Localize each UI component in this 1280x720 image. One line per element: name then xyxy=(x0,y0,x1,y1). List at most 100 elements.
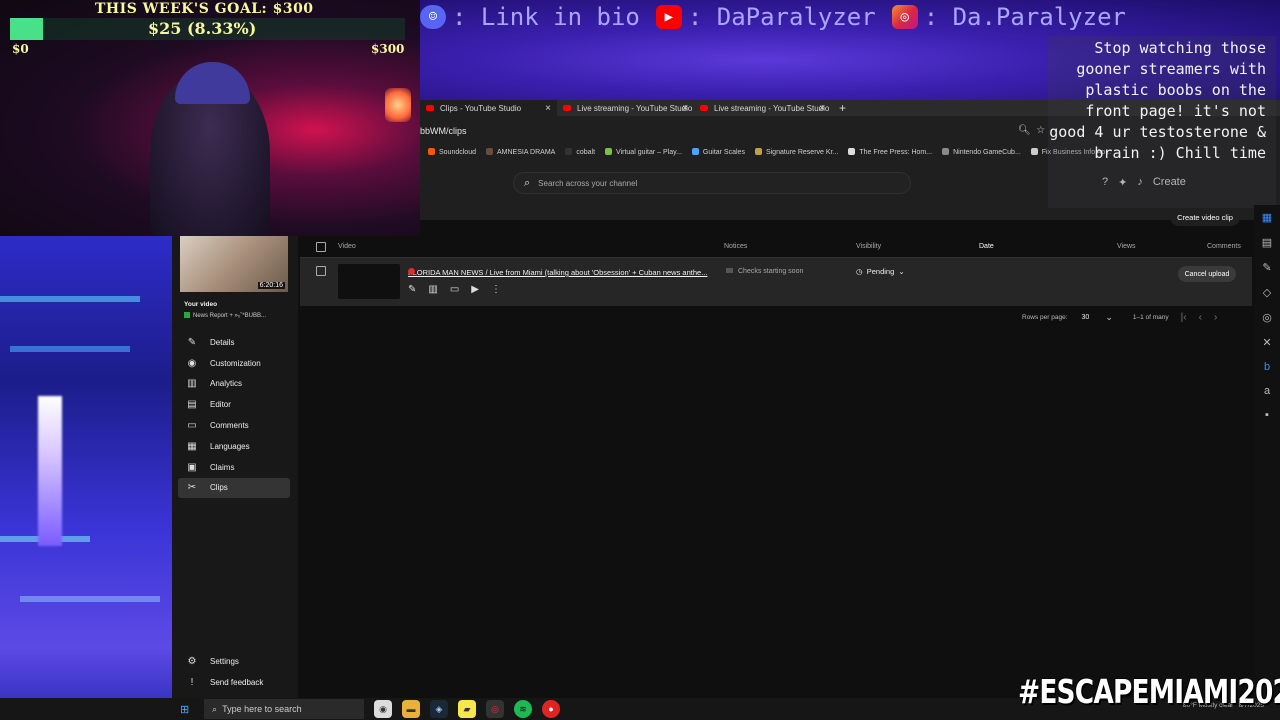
studio-search-input[interactable]: ⌕ Search across your channel xyxy=(513,172,911,194)
browser-side-rail: ▦ ▤ ✎ ◇ ◎ ✕ b a ▪ xyxy=(1254,205,1280,695)
bookmark-item[interactable]: The Free Press: Hom... xyxy=(848,148,932,156)
chrome-icon[interactable]: ◉ xyxy=(374,700,392,718)
sidebar-item-label: Settings xyxy=(210,656,239,666)
header-date[interactable]: Date xyxy=(979,243,994,250)
sidebar-item-settings[interactable]: ⚙ Settings xyxy=(178,651,290,672)
sidebar-item-editor[interactable]: ▤ Editor xyxy=(178,394,290,415)
windows-start-icon[interactable]: ⊞ xyxy=(180,703,196,716)
goal-min: $0 xyxy=(12,42,29,56)
header-views[interactable]: Views xyxy=(1117,243,1136,250)
analytics-icon[interactable]: ▥ xyxy=(428,284,437,295)
bookmark-favicon-icon xyxy=(754,148,762,155)
bookmark-label: The Free Press: Hom... xyxy=(859,149,933,156)
studio-sidebar: 6:20:16 Your video News Report + »₀˚*BUB… xyxy=(172,236,298,698)
sidebar-item-analytics[interactable]: ▥ Analytics xyxy=(178,374,290,395)
star-icon[interactable]: ☆ xyxy=(1036,125,1045,136)
address-bar[interactable]: bbWM/clips xyxy=(420,126,467,136)
table-header: Video Notices Visibility Date Views Comm… xyxy=(300,236,1252,258)
previous-page-icon[interactable]: ‹ xyxy=(1199,312,1202,323)
calendar-icon[interactable]: ▦ xyxy=(1262,211,1272,224)
sidebar-item-label: Claims xyxy=(210,462,235,472)
bookmark-item[interactable]: Soundcloud xyxy=(428,148,476,156)
tab-clips[interactable]: Clips - YouTube Studio × xyxy=(420,100,557,116)
clip-title[interactable]: FLORIDA MAN NEWS / Live from Miami (talk… xyxy=(408,268,708,277)
sticky-notes-icon[interactable]: ▰ xyxy=(458,700,476,718)
sidebar-bottom-nav: ⚙ Settings! Send feedback xyxy=(178,651,290,693)
app-icon[interactable]: a xyxy=(1264,385,1270,397)
header-video[interactable]: Video xyxy=(338,243,356,250)
header-comments[interactable]: Comments xyxy=(1207,243,1241,250)
search-placeholder: Search across your channel xyxy=(538,178,638,188)
bookmark-item[interactable]: Guitar Scales xyxy=(691,148,745,156)
goal-progress-fill xyxy=(10,18,43,40)
sidebar-item-claims[interactable]: ▣ Claims xyxy=(178,457,290,478)
rows-per-page-select[interactable]: 30 xyxy=(1082,314,1090,321)
first-page-icon[interactable]: |‹ xyxy=(1181,312,1187,323)
bookmark-item[interactable]: Nintendo GameCub... xyxy=(942,148,1021,156)
bookmark-item[interactable]: AMNESIA DRAMA xyxy=(485,148,555,156)
palette-icon[interactable]: ▪ xyxy=(1265,409,1269,421)
notes-icon[interactable]: ▤ xyxy=(1262,236,1272,249)
clip-thumbnail[interactable] xyxy=(338,264,400,299)
bookmark-item[interactable]: Signature Reserve Kr... xyxy=(754,148,838,156)
cancel-upload-button[interactable]: Cancel upload xyxy=(1178,266,1236,282)
visibility-dropdown[interactable]: ◷ Pending ⌄ xyxy=(856,267,905,276)
sidebar-item-comments[interactable]: ▭ Comments xyxy=(178,415,290,436)
bookmark-item[interactable]: cobalt xyxy=(565,148,595,156)
video-thumbnail[interactable]: 6:20:16 xyxy=(180,236,288,292)
tab-live-2[interactable]: Live streaming - YouTube Studio × xyxy=(694,100,831,116)
new-tab-button[interactable]: + xyxy=(839,100,846,116)
hashtag-overlay: #ESCAPEMIAMI2027 xyxy=(1018,672,1280,711)
edit-icon[interactable]: ✎ xyxy=(408,284,416,295)
bookmark-item[interactable]: Virtual guitar – Play... xyxy=(605,148,682,156)
sidebar-item-details[interactable]: ✎ Details xyxy=(178,332,290,353)
create-video-clip-button[interactable]: Create video clip xyxy=(1170,208,1240,226)
gamepad-icon[interactable]: ◎ xyxy=(1262,311,1272,324)
tag-icon[interactable]: ◇ xyxy=(1263,286,1271,299)
taskbar-search[interactable]: ⌕ Type here to search xyxy=(204,699,364,719)
claims-icon: ▣ xyxy=(187,461,197,473)
sidebar-item-send-feedback[interactable]: ! Send feedback xyxy=(178,672,290,693)
video-duration: 6:20:16 xyxy=(257,282,285,289)
sidebar-item-clips[interactable]: ✂ Clips xyxy=(178,477,290,499)
comments-icon[interactable]: ▭ xyxy=(450,284,459,295)
more-options-icon[interactable]: ⋮ xyxy=(491,284,501,295)
youtube-favicon-icon xyxy=(563,105,571,111)
close-tab-icon[interactable]: × xyxy=(682,103,688,114)
next-page-icon[interactable]: › xyxy=(1214,312,1217,323)
record-app-icon[interactable]: ● xyxy=(542,700,560,718)
goal-title: THIS WEEK'S GOAL: $300 xyxy=(95,1,314,17)
notice-status: Checks starting soon xyxy=(726,268,803,275)
close-tab-icon[interactable]: × xyxy=(545,103,551,114)
sidebar-item-customization[interactable]: ◉ Customization xyxy=(178,353,290,374)
sidebar-item-label: Customization xyxy=(210,358,261,368)
sidebar-item-label: Editor xyxy=(210,400,231,410)
youtube-icon[interactable]: ▶ xyxy=(471,284,479,295)
search-icon: ⌕ xyxy=(212,703,218,714)
sidebar-item-languages[interactable]: ▦ Languages xyxy=(178,436,290,457)
select-all-checkbox[interactable] xyxy=(316,242,326,252)
zoom-icon[interactable]: 🔍︎ xyxy=(1018,125,1031,136)
steam-icon[interactable]: ◈ xyxy=(430,700,448,718)
tab-live-1[interactable]: Live streaming - YouTube Studio × xyxy=(557,100,694,116)
row-checkbox[interactable] xyxy=(316,266,326,276)
spotify-icon[interactable]: ≋ xyxy=(514,700,532,718)
bookmark-favicon-icon xyxy=(428,148,435,155)
pagination: Rows per page: 30 ⌄ 1–1 of many |‹ ‹ › xyxy=(1022,312,1217,323)
streamer-cap xyxy=(175,62,250,104)
edit-icon[interactable]: ✎ xyxy=(1262,261,1271,274)
tools-icon[interactable]: ✕ xyxy=(1262,336,1271,349)
recording-icon[interactable]: ◎ xyxy=(486,700,504,718)
chevron-down-icon: ⌄ xyxy=(898,267,905,276)
chevron-down-icon[interactable]: ⌄ xyxy=(1105,312,1113,323)
search-icon: ⌕ xyxy=(524,176,531,189)
header-visibility: Visibility xyxy=(856,243,882,250)
bing-icon[interactable]: b xyxy=(1264,361,1270,373)
sidebar-item-label: Analytics xyxy=(210,379,243,389)
analytics-icon: ▥ xyxy=(187,378,197,390)
sidebar-nav: ✎ Details ◉ Customization ▥ Analytics ▤ Editor ▭… xyxy=(178,332,290,499)
folder-icon[interactable]: ▬ xyxy=(402,700,420,718)
instagram-text: : Da.Paralyzer xyxy=(923,3,1126,31)
close-tab-icon[interactable]: × xyxy=(819,103,825,114)
table-row[interactable]: FLORIDA MAN NEWS / Live from Miami (talk… xyxy=(300,258,1252,306)
